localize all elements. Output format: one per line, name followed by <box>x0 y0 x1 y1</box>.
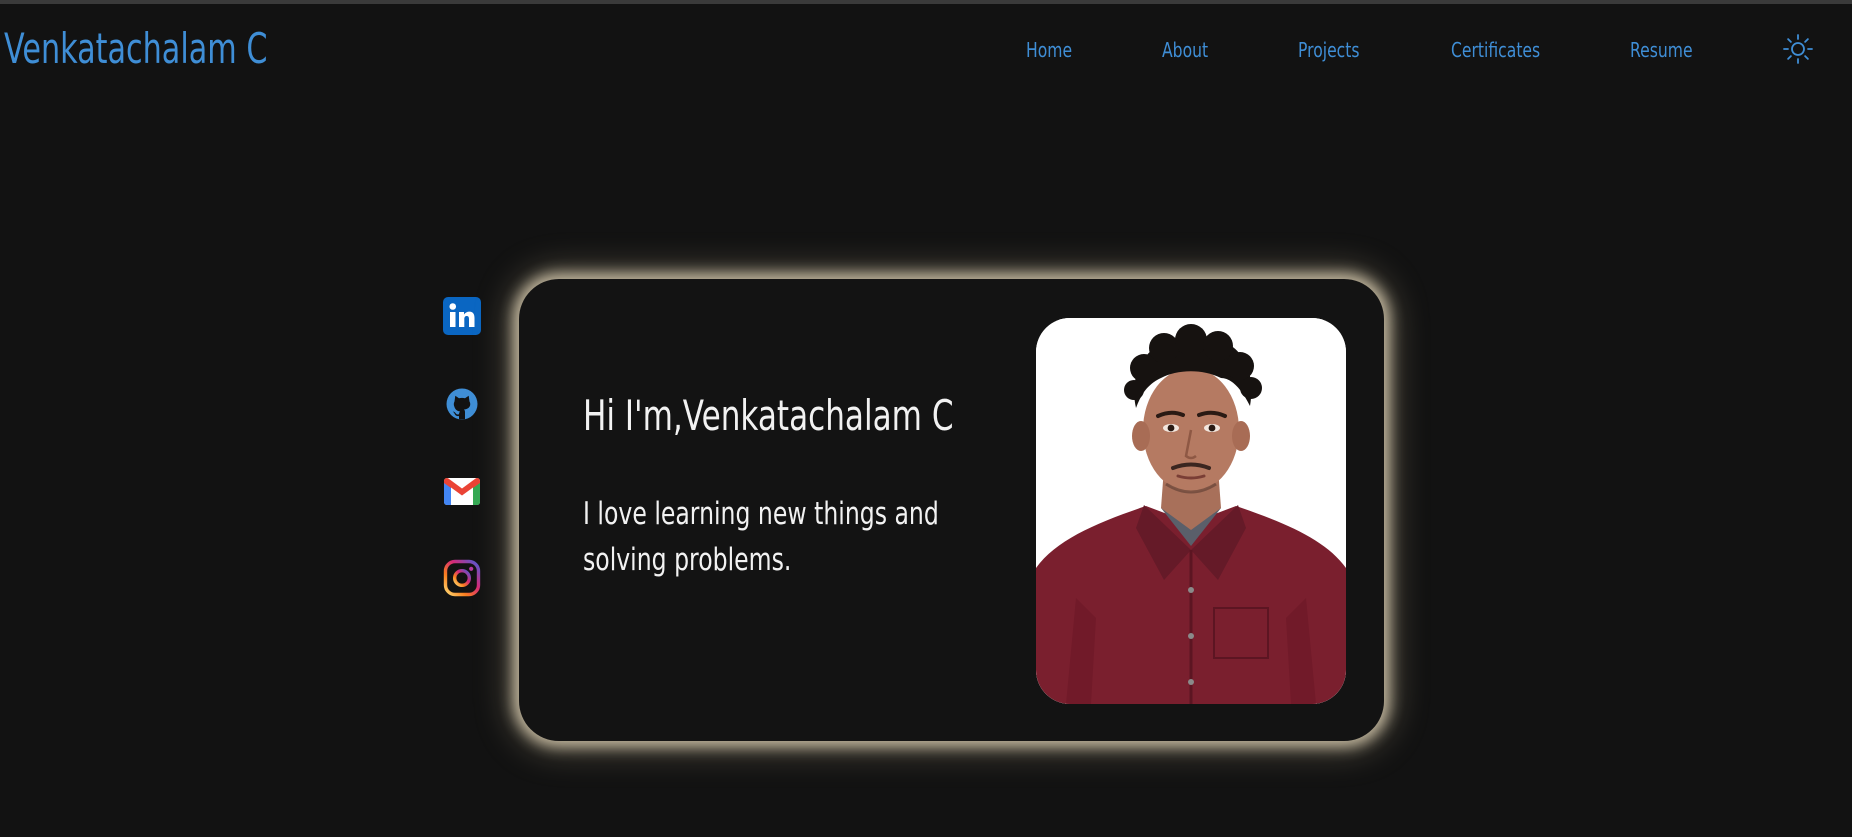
linkedin-icon <box>443 297 481 335</box>
github-icon <box>446 388 478 420</box>
hero-card: Hi I'm,Venkatachalam C I love learning n… <box>519 279 1384 741</box>
main-nav: Home About Projects Certificates Resume <box>0 38 1852 68</box>
window-top-border <box>0 0 1852 4</box>
nav-certificates[interactable]: Certificates <box>1451 38 1540 62</box>
nav-projects[interactable]: Projects <box>1298 38 1360 62</box>
hero-tagline: I love learning new things and solving p… <box>583 496 939 578</box>
github-link[interactable] <box>443 385 481 423</box>
linkedin-link[interactable] <box>443 297 481 335</box>
hero-greeting: Hi I'm,Venkatachalam C <box>583 391 954 440</box>
instagram-icon <box>443 559 481 597</box>
profile-photo <box>1036 318 1346 704</box>
sun-icon <box>1783 34 1813 64</box>
nav-resume[interactable]: Resume <box>1630 38 1693 62</box>
gmail-link[interactable] <box>443 472 481 510</box>
nav-about[interactable]: About <box>1162 38 1208 62</box>
theme-toggle-button[interactable] <box>1782 33 1814 65</box>
nav-home[interactable]: Home <box>1026 38 1072 62</box>
profile-photo-illustration <box>1036 318 1346 704</box>
instagram-link[interactable] <box>443 559 481 597</box>
gmail-icon <box>444 478 480 505</box>
